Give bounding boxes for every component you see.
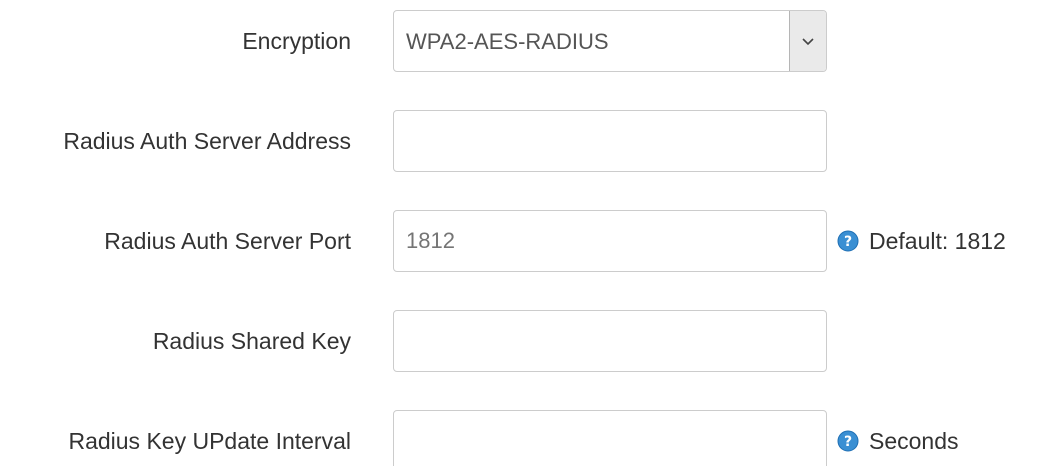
encryption-label: Encryption xyxy=(242,28,351,54)
encryption-row: Encryption WPA2-AES-RADIUS xyxy=(0,10,1041,72)
radius-key-update-interval-input[interactable] xyxy=(394,411,826,466)
radius-shared-key-label: Radius Shared Key xyxy=(152,328,351,354)
radius-auth-server-address-label: Radius Auth Server Address xyxy=(63,128,351,154)
encryption-select[interactable]: WPA2-AES-RADIUS xyxy=(393,10,827,72)
radius-key-update-interval-hint-text: Seconds xyxy=(869,427,959,454)
radius-auth-server-address-field-wrap xyxy=(393,110,827,172)
encryption-dropdown-button[interactable] xyxy=(789,11,826,71)
radius-key-update-interval-label: Radius Key UPdate Interval xyxy=(68,428,351,454)
wireless-security-form: Encryption WPA2-AES-RADIUS Radius Auth S… xyxy=(0,0,1041,466)
radius-key-update-interval-field-wrap xyxy=(393,410,827,466)
radius-shared-key-field-wrap xyxy=(393,310,827,372)
radius-auth-server-port-row: Radius Auth Server Port ? Default: 1812 xyxy=(0,210,1041,272)
encryption-selected-value: WPA2-AES-RADIUS xyxy=(406,29,609,54)
radius-auth-server-port-label: Radius Auth Server Port xyxy=(104,228,351,254)
help-icon[interactable]: ? xyxy=(837,430,859,452)
svg-text:?: ? xyxy=(844,234,852,250)
radius-shared-key-input[interactable] xyxy=(394,311,826,371)
radius-auth-server-port-field-wrap xyxy=(393,210,827,272)
radius-key-update-interval-row: Radius Key UPdate Interval ? Seconds xyxy=(0,410,1041,466)
radius-key-update-interval-hint: ? Seconds xyxy=(837,410,959,466)
radius-shared-key-row: Radius Shared Key xyxy=(0,310,1041,372)
radius-auth-server-port-hint-text: Default: 1812 xyxy=(869,227,1006,254)
help-icon[interactable]: ? xyxy=(837,230,859,252)
radius-auth-server-port-input[interactable] xyxy=(394,211,826,271)
radius-auth-server-port-hint: ? Default: 1812 xyxy=(837,210,1006,272)
radius-auth-server-address-input[interactable] xyxy=(394,111,826,171)
radius-auth-server-address-row: Radius Auth Server Address xyxy=(0,110,1041,172)
svg-text:?: ? xyxy=(844,434,852,450)
chevron-down-icon xyxy=(802,38,814,46)
